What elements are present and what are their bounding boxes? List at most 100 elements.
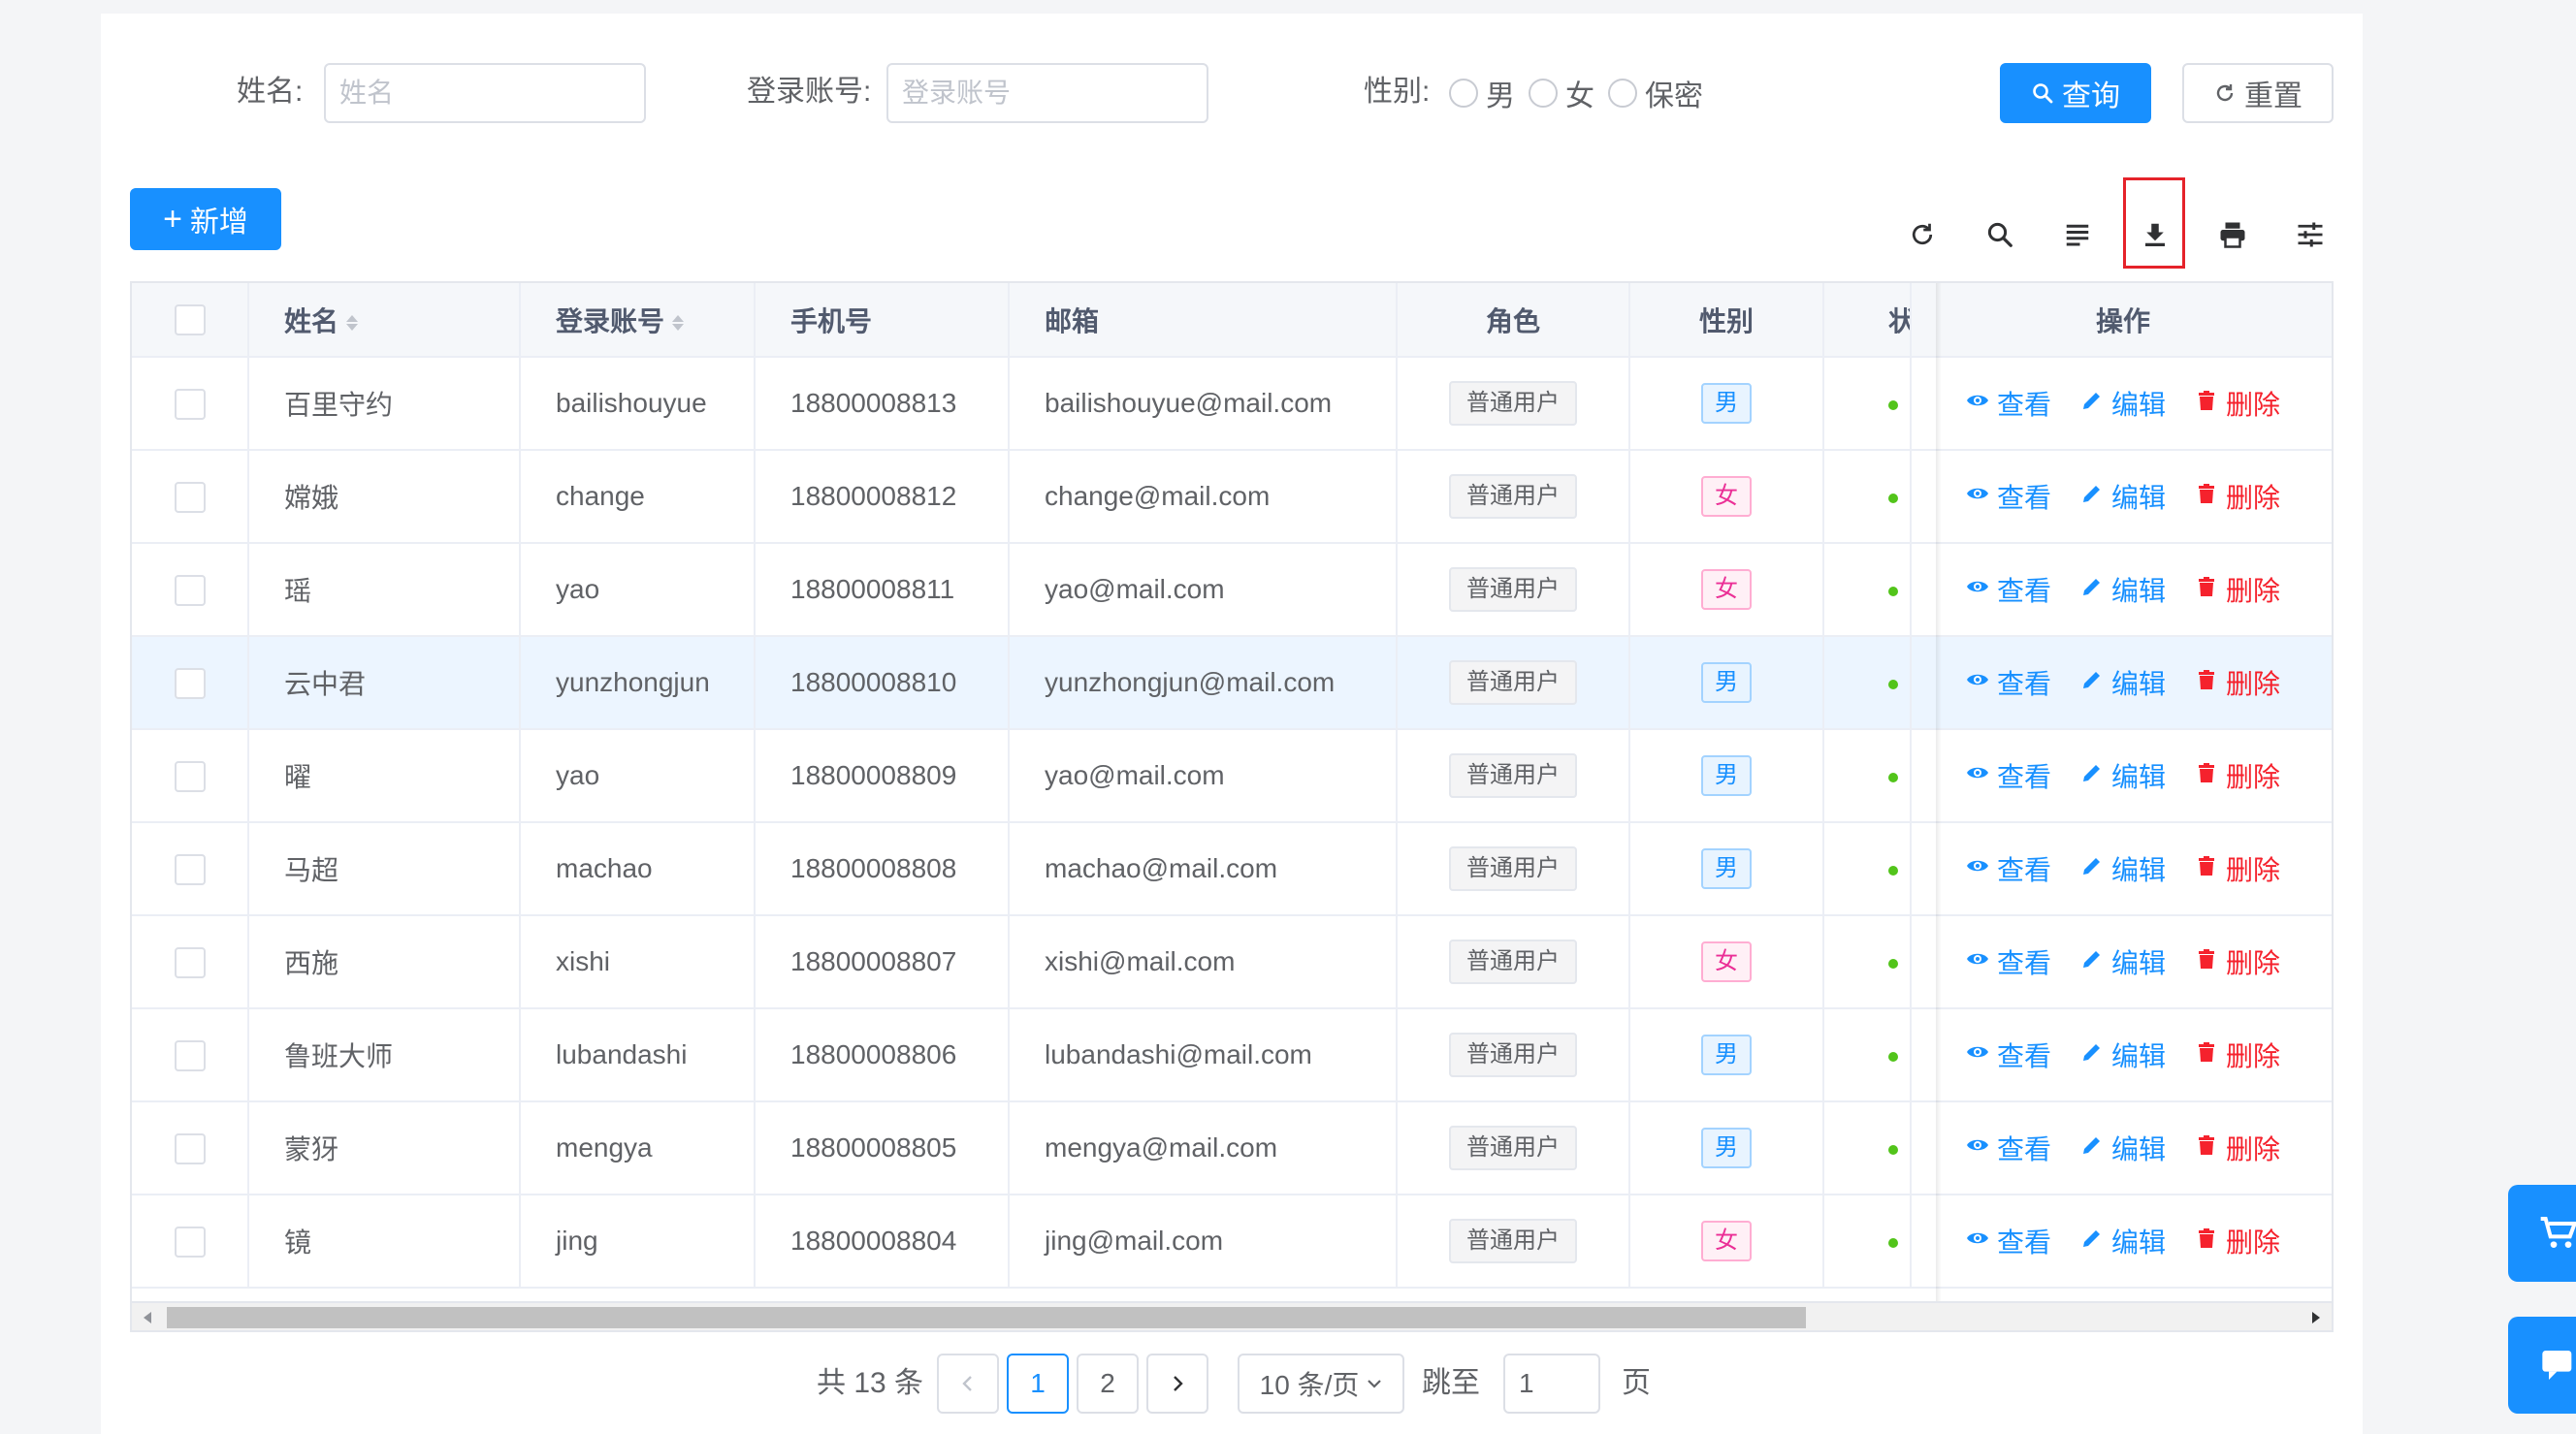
edit-button[interactable]: 编辑 — [2080, 477, 2166, 516]
next-page-button[interactable] — [1146, 1354, 1208, 1414]
delete-button[interactable]: 删除 — [2195, 849, 2280, 888]
view-button[interactable]: 查看 — [1966, 849, 2051, 888]
table-row[interactable]: 百里守约 bailishouyue 18800008813 bailishouyue@… — [132, 357, 2332, 451]
column-header-account[interactable]: 登录账号 — [520, 283, 756, 358]
chat-float-button[interactable] — [2508, 1317, 2576, 1414]
page-button-2[interactable]: 2 — [1077, 1354, 1139, 1414]
cart-float-button[interactable] — [2508, 1185, 2576, 1282]
table-row[interactable]: 曜 yao 18800008809 yao@mail.com 普通用户 男 查看 编辑 删除 — [132, 729, 2332, 823]
column-settings-icon[interactable] — [2287, 211, 2334, 258]
jump-page-input[interactable] — [1503, 1354, 1600, 1414]
row-checkbox[interactable] — [174, 1132, 206, 1164]
view-button[interactable]: 查看 — [1966, 384, 2051, 423]
delete-button[interactable]: 删除 — [2195, 756, 2280, 795]
view-button[interactable]: 查看 — [1966, 1129, 2051, 1167]
row-select-cell — [132, 450, 249, 544]
table-row[interactable]: 瑶 yao 18800008811 yao@mail.com 普通用户 女 查看 编辑 删除 — [132, 543, 2332, 637]
delete-button[interactable]: 删除 — [2195, 1036, 2280, 1074]
delete-button[interactable]: 删除 — [2195, 663, 2280, 702]
scroll-left-icon[interactable] — [142, 1311, 153, 1324]
view-button[interactable]: 查看 — [1966, 942, 2051, 981]
column-header-phone: 手机号 — [755, 283, 1010, 358]
edit-button[interactable]: 编辑 — [2080, 1129, 2166, 1167]
row-checkbox[interactable] — [174, 388, 206, 420]
table-row[interactable]: 马超 machao 18800008808 machao@mail.com 普通用户 男 查… — [132, 822, 2332, 916]
edit-button[interactable]: 编辑 — [2080, 570, 2166, 609]
view-button[interactable]: 查看 — [1966, 1222, 2051, 1260]
select-all-checkbox[interactable] — [174, 304, 206, 336]
row-checkbox[interactable] — [174, 481, 206, 513]
reset-button[interactable]: 重置 — [2182, 63, 2334, 123]
edit-button[interactable]: 编辑 — [2080, 1222, 2166, 1260]
search-icon — [2033, 83, 2053, 104]
edit-button[interactable]: 编辑 — [2080, 1036, 2166, 1074]
prev-page-button[interactable] — [937, 1354, 999, 1414]
delete-button[interactable]: 删除 — [2195, 477, 2280, 516]
pencil-icon — [2080, 1226, 2104, 1257]
delete-button[interactable]: 删除 — [2195, 570, 2280, 609]
row-checkbox[interactable] — [174, 853, 206, 885]
edit-button[interactable]: 编辑 — [2080, 756, 2166, 795]
table-row[interactable]: 镜 jing 18800008804 jing@mail.com 普通用户 女 查看 编辑 删除 — [132, 1195, 2332, 1289]
status-dot — [1888, 1237, 1898, 1248]
query-button[interactable]: 查询 — [2000, 63, 2151, 123]
sort-caret-icon[interactable] — [346, 315, 359, 332]
table-row[interactable]: 鲁班大师 lubandashi 18800008806 lubandashi@mail… — [132, 1008, 2332, 1102]
view-button[interactable]: 查看 — [1966, 663, 2051, 702]
lines-icon[interactable] — [2054, 211, 2101, 258]
row-checkbox[interactable] — [174, 946, 206, 978]
row-checkbox[interactable] — [174, 760, 206, 792]
row-checkbox[interactable] — [174, 574, 206, 606]
cell-email: yao@mail.com — [1009, 729, 1398, 823]
view-button[interactable]: 查看 — [1966, 477, 2051, 516]
radio-circle-icon — [1608, 79, 1637, 108]
table-row[interactable]: 云中君 yunzhongjun 18800008810 yunzhongjun@mai… — [132, 636, 2332, 730]
scroll-right-icon[interactable] — [2310, 1311, 2322, 1324]
eye-icon — [1966, 853, 1989, 884]
gender-radio-female[interactable]: 女 — [1529, 72, 1594, 114]
gender-radio-male[interactable]: 男 — [1449, 72, 1515, 114]
view-button[interactable]: 查看 — [1966, 570, 2051, 609]
refresh-icon[interactable] — [1899, 211, 1946, 258]
name-input[interactable] — [324, 63, 646, 123]
table-row[interactable]: 蒙犽 mengya 18800008805 mengya@mail.com 普通用户 男 查… — [132, 1101, 2332, 1195]
scroll-thumb[interactable] — [167, 1307, 1806, 1328]
account-input[interactable] — [886, 63, 1208, 123]
gender-tag: 男 — [1701, 848, 1752, 889]
column-header-name[interactable]: 姓名 — [248, 283, 521, 358]
cell-role: 普通用户 — [1397, 450, 1630, 544]
gender-radio-secret[interactable]: 保密 — [1608, 72, 1703, 114]
edit-button[interactable]: 编辑 — [2080, 849, 2166, 888]
view-button[interactable]: 查看 — [1966, 756, 2051, 795]
delete-button[interactable]: 删除 — [2195, 942, 2280, 981]
cell-status — [1823, 1195, 1912, 1289]
row-checkbox[interactable] — [174, 1039, 206, 1071]
horizontal-scrollbar[interactable] — [132, 1301, 2332, 1330]
view-button[interactable]: 查看 — [1966, 1036, 2051, 1074]
role-tag: 普通用户 — [1449, 1033, 1577, 1077]
table-row[interactable]: 西施 xishi 18800008807 xishi@mail.com 普通用户 女 查看编… — [132, 915, 2332, 1009]
cell-gender: 女 — [1629, 450, 1824, 544]
delete-button[interactable]: 删除 — [2195, 1129, 2280, 1167]
page-button-1[interactable]: 1 — [1007, 1354, 1069, 1414]
row-checkbox[interactable] — [174, 1226, 206, 1258]
cell-role: 普通用户 — [1397, 822, 1630, 916]
trash-icon — [2195, 667, 2218, 698]
print-icon[interactable] — [2209, 211, 2256, 258]
edit-button[interactable]: 编辑 — [2080, 663, 2166, 702]
cell-phone: 18800008810 — [755, 636, 1010, 730]
status-dot — [1888, 958, 1898, 969]
edit-button[interactable]: 编辑 — [2080, 384, 2166, 423]
delete-button[interactable]: 删除 — [2195, 1222, 2280, 1260]
search-icon[interactable] — [1977, 211, 2023, 258]
eye-icon — [1966, 1039, 1989, 1070]
row-checkbox[interactable] — [174, 667, 206, 699]
download-highlight-box — [2123, 177, 2185, 269]
delete-button[interactable]: 删除 — [2195, 384, 2280, 423]
table-row[interactable]: 嫦娥 change 18800008812 change@mail.com 普通用户 女 查… — [132, 450, 2332, 544]
sort-caret-icon[interactable] — [672, 315, 685, 332]
cell-gender: 女 — [1629, 915, 1824, 1009]
cell-account: lubandashi — [520, 1008, 756, 1102]
page-size-select[interactable]: 10 条/页 — [1238, 1354, 1404, 1414]
edit-button[interactable]: 编辑 — [2080, 942, 2166, 981]
